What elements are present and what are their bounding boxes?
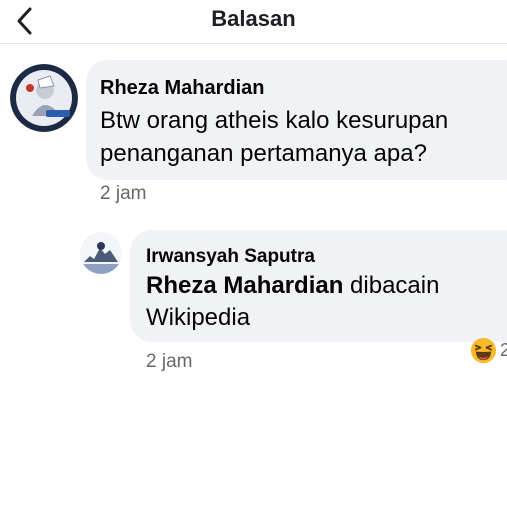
reply-author[interactable]: Irwansyah Saputra: [146, 246, 315, 268]
reply-bubble: Irwansyah Saputra Rheza Mahardian dibaca…: [130, 230, 507, 342]
avatar[interactable]: [80, 232, 122, 274]
avatar[interactable]: [10, 64, 78, 132]
reply-text: Rheza Mahardian dibacain Wikipedia: [146, 270, 506, 334]
mention-link[interactable]: Rheza Mahardian: [146, 272, 343, 299]
header-bar: Balasan: [0, 0, 507, 44]
haha-emoji-icon: [470, 337, 497, 363]
reply-timestamp[interactable]: 2 jam: [146, 351, 192, 373]
comment-author[interactable]: Rheza Mahardian: [100, 77, 264, 100]
reaction-count: 2: [500, 339, 507, 360]
reaction-summary[interactable]: 2: [470, 336, 507, 364]
page-title: Balasan: [211, 6, 296, 31]
profile-picture-icon: [10, 64, 78, 132]
comment-text: Btw orang atheis kalo kesurupan penangan…: [100, 107, 449, 167]
profile-picture-icon: [80, 232, 122, 274]
comment-bubble: Rheza Mahardian Btw orang atheis kalo ke…: [86, 60, 507, 180]
comment-timestamp[interactable]: 2 jam: [100, 183, 146, 205]
